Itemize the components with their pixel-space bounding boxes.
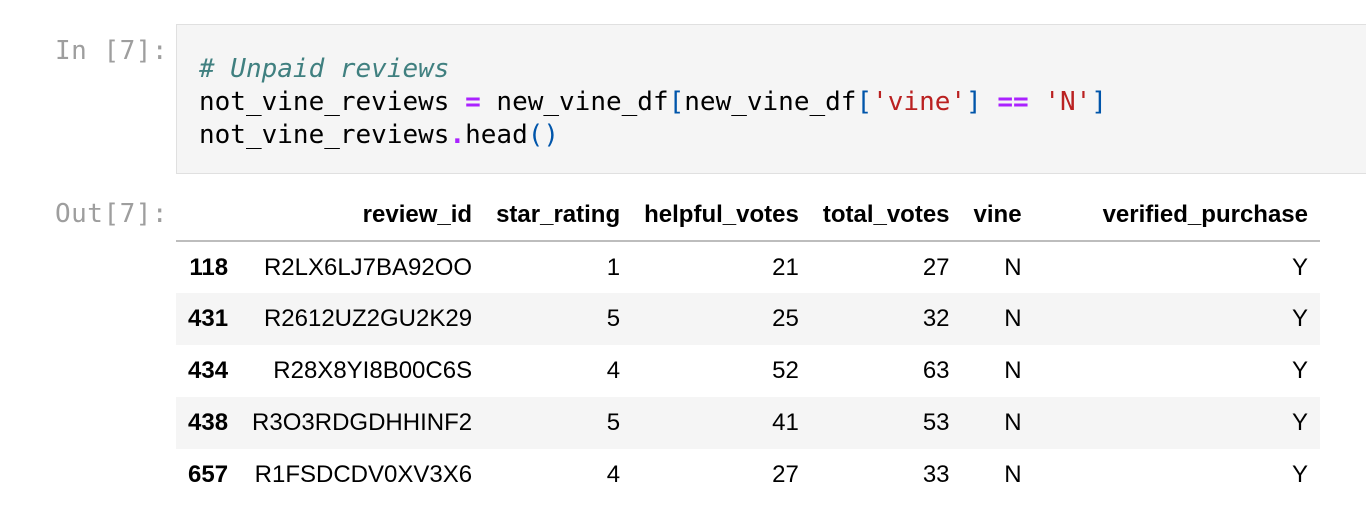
output-area: review_id star_rating helpful_votes tota… xyxy=(176,190,1320,501)
row-index: 657 xyxy=(188,461,229,488)
table-cell: 32 xyxy=(922,305,950,332)
code-cell[interactable]: # Unpaid reviews not_vine_reviews = new_v… xyxy=(176,24,1366,174)
table-cell: N xyxy=(1004,253,1022,281)
table-cell: 1 xyxy=(606,253,621,281)
column-header: star_rating xyxy=(484,190,633,242)
code-line: not_vine_reviews = new_vine_df[new_vine_… xyxy=(199,86,1107,119)
table-cell: Y xyxy=(1291,461,1308,488)
table-row: 438 R3O3RDGDHHINF2 5 41 53 N Y xyxy=(176,397,1320,449)
table-cell: 52 xyxy=(772,357,799,384)
table-header-row: review_id star_rating helpful_votes tota… xyxy=(176,190,1320,242)
table-row: 118 R2LX6LJ7BA92OO 1 21 27 N Y xyxy=(176,241,1320,293)
table-row: 434 R28X8YI8B00C6S 4 52 63 N Y xyxy=(176,345,1320,397)
code-token-bracket: [ xyxy=(856,87,873,117)
table-cell: Y xyxy=(1291,305,1308,332)
table-cell: 5 xyxy=(606,409,621,436)
table-cell: 4 xyxy=(606,461,621,488)
table-cell: 63 xyxy=(922,357,950,384)
table-cell: 25 xyxy=(772,305,799,332)
code-token-comment: # Unpaid reviews xyxy=(199,54,450,84)
row-index: 438 xyxy=(188,409,229,436)
table-cell: 41 xyxy=(772,409,799,436)
code-line: # Unpaid reviews xyxy=(199,53,1107,86)
table-cell: R2LX6LJ7BA92OO xyxy=(263,253,473,281)
code-token-plain: not_vine_reviews xyxy=(199,87,466,117)
table-cell: N xyxy=(1004,305,1022,332)
table-cell: N xyxy=(1004,409,1022,436)
code-token-plain: head xyxy=(465,120,528,150)
column-header: helpful_votes xyxy=(632,190,811,242)
code-token-op: . xyxy=(449,120,466,150)
code-token-bracket: ] xyxy=(966,87,982,117)
input-prompt: In [7]: xyxy=(55,36,169,66)
code-token-plain: not_vine_reviews xyxy=(199,120,450,150)
code-token-bracket: [ xyxy=(668,87,685,117)
table-cell: R28X8YI8B00C6S xyxy=(273,357,473,384)
dataframe-table: review_id star_rating helpful_votes tota… xyxy=(176,190,1320,501)
table-cell: 27 xyxy=(922,253,950,281)
table-cell: N xyxy=(1004,357,1022,384)
table-cell: Y xyxy=(1291,357,1308,384)
table-cell: 5 xyxy=(606,305,621,332)
code-token-plain: new_vine_df xyxy=(684,87,857,117)
table-cell: Y xyxy=(1291,253,1308,281)
code-line: not_vine_reviews.head() xyxy=(199,119,1107,152)
table-cell: Y xyxy=(1291,409,1308,436)
table-cell: R3O3RDGDHHINF2 xyxy=(252,409,473,436)
code-token-bracket: () xyxy=(527,120,560,150)
column-header: verified_purchase xyxy=(1033,190,1320,242)
code-token-op: = xyxy=(465,87,481,117)
table-cell: R2612UZ2GU2K29 xyxy=(263,305,473,332)
table-cell: N xyxy=(1004,461,1022,488)
code-editor[interactable]: # Unpaid reviews not_vine_reviews = new_v… xyxy=(199,53,1107,152)
column-header: vine xyxy=(961,190,1034,242)
index-header xyxy=(176,190,241,242)
table-row: 431 R2612UZ2GU2K29 5 25 32 N Y xyxy=(176,293,1320,345)
code-token-str: 'vine' xyxy=(872,87,967,117)
table-cell: 53 xyxy=(922,409,950,436)
row-index: 118 xyxy=(189,253,229,281)
code-token-str: 'N' xyxy=(1044,87,1092,117)
table-cell: 27 xyxy=(772,461,799,488)
table-cell: 33 xyxy=(922,461,950,488)
table-cell: R1FSDCDV0XV3X6 xyxy=(254,461,473,488)
table-cell: 4 xyxy=(606,357,621,384)
code-token-op: == xyxy=(997,87,1029,117)
row-index: 431 xyxy=(188,305,229,332)
notebook-page: In [7]: # Unpaid reviews not_vine_reviews… xyxy=(0,0,1366,524)
output-prompt: Out[7]: xyxy=(55,199,169,229)
table-row: 657 R1FSDCDV0XV3X6 4 27 33 N Y xyxy=(176,449,1320,501)
code-token-plain: new_vine_df xyxy=(480,87,669,117)
table-body: 118 R2LX6LJ7BA92OO 1 21 27 N Y 431 R2612UZ2GU2K2… xyxy=(176,241,1320,501)
column-header: review_id xyxy=(240,190,485,242)
column-header: total_votes xyxy=(810,190,962,242)
code-token-bracket: ] xyxy=(1091,87,1107,117)
table-cell: 21 xyxy=(772,253,799,281)
row-index: 434 xyxy=(188,357,229,384)
